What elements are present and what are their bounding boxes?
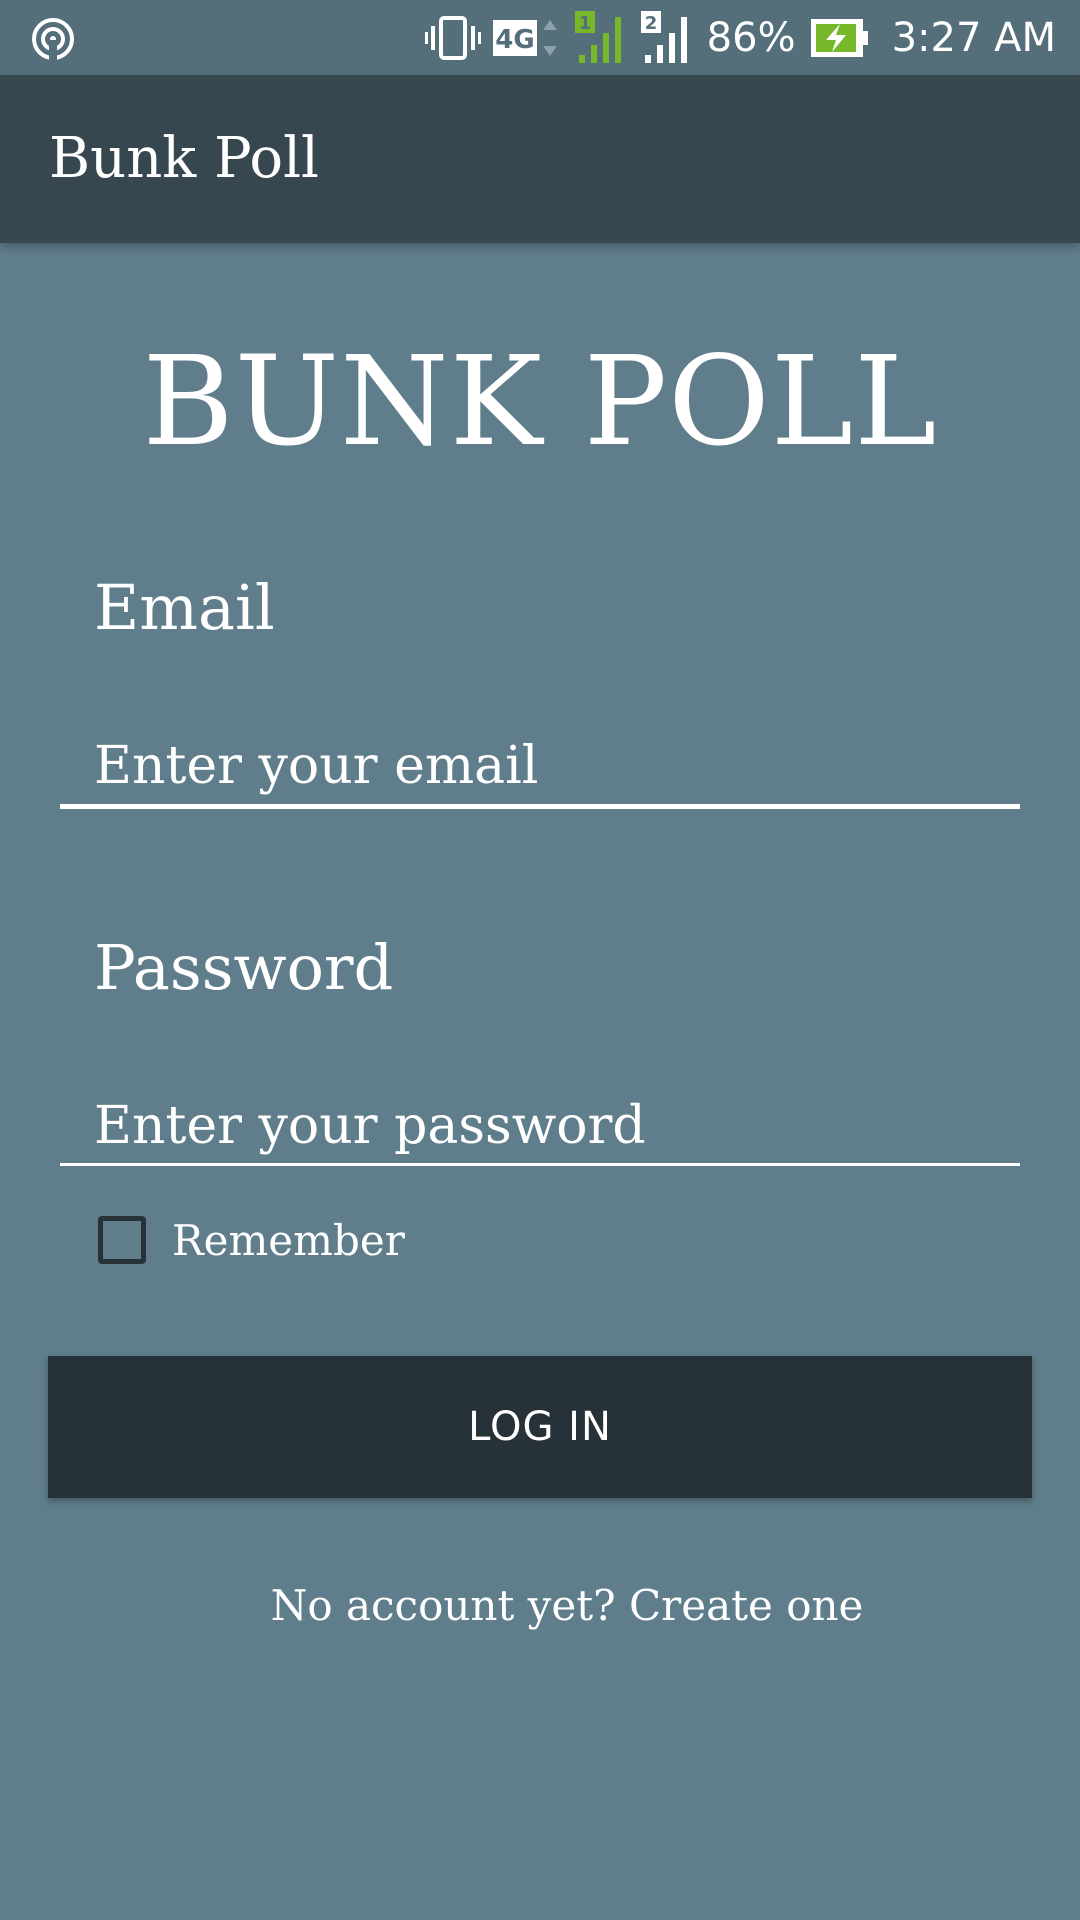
battery-charging-icon	[810, 18, 868, 57]
4g-icon: 4G	[492, 19, 557, 56]
clock: 3:27 AM	[891, 14, 1056, 61]
hero-title: BUNK POLL	[142, 330, 938, 474]
hotspot-icon	[32, 18, 74, 62]
signal-sim2-icon: 2	[640, 10, 687, 63]
password-underline	[60, 1163, 1020, 1166]
status-right: 4G 1 2 86% 3:27 AM	[424, 0, 1056, 75]
password-field[interactable]	[60, 1086, 1020, 1166]
remember-checkbox[interactable]	[98, 1216, 146, 1264]
network-type-label: 4G	[495, 25, 534, 55]
sim1-label: 1	[578, 13, 591, 34]
sim2-label: 2	[644, 13, 657, 34]
app-bar: Bunk Poll	[0, 75, 1080, 243]
status-bar: 4G 1 2 86% 3:27 AM	[0, 0, 1080, 75]
create-account-link[interactable]: No account yet? Create one	[0, 1580, 1080, 1632]
email-label: Email	[94, 571, 275, 644]
signal-sim1-icon: 1	[574, 10, 621, 63]
battery-percent: 86%	[706, 14, 796, 61]
vibrate-icon	[424, 15, 481, 60]
remember-row[interactable]: Remember	[98, 1212, 405, 1268]
email-underline	[60, 804, 1020, 809]
email-field[interactable]	[60, 726, 1020, 806]
login-button[interactable]: LOG IN	[48, 1356, 1032, 1498]
password-label: Password	[94, 931, 394, 1004]
app-title: Bunk Poll	[49, 126, 319, 191]
remember-label: Remember	[172, 1215, 405, 1265]
